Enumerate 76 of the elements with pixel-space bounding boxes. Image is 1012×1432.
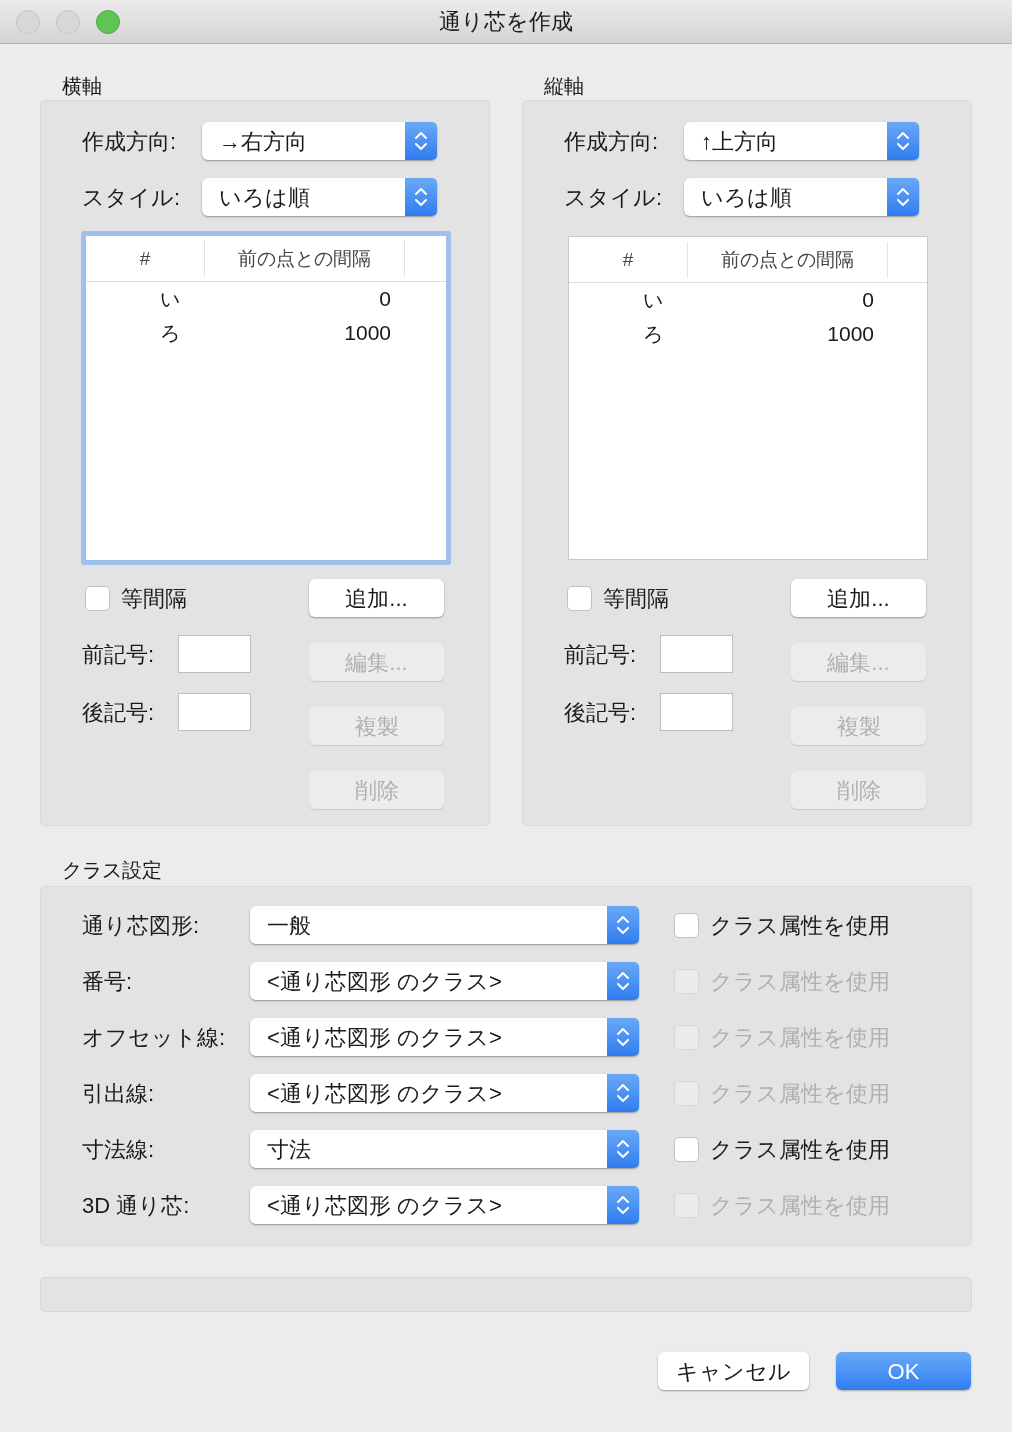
cancel-button[interactable]: キャンセル <box>658 1352 809 1390</box>
field-label: スタイル: <box>82 183 182 212</box>
field-label: 前記号: <box>82 640 156 669</box>
dropdown[interactable]: →右方向 <box>202 122 437 160</box>
text-field[interactable] <box>178 693 251 731</box>
chevron-icon <box>616 1025 630 1049</box>
column-header: 前の点との間隔 <box>205 240 405 277</box>
dropdown[interactable]: ↑上方向 <box>684 122 919 160</box>
field-label: 作成方向: <box>564 127 660 156</box>
button: 編集... <box>309 643 444 681</box>
table-cell-text: 0 <box>378 286 391 313</box>
button: 編集... <box>791 643 926 681</box>
checkbox[interactable] <box>674 1136 699 1162</box>
window-title: 通り芯を作成 <box>439 8 573 36</box>
field-label: 後記号: <box>564 698 638 727</box>
chevron-icon <box>616 969 630 993</box>
checkbox-label: 等間隔 <box>603 584 669 613</box>
table-cell-text: 1000 <box>826 321 874 348</box>
dropdown[interactable]: いろは順 <box>684 178 919 216</box>
checkbox[interactable] <box>567 585 592 611</box>
field-label: 前記号: <box>564 640 638 669</box>
checkbox-label: クラス属性を使用 <box>710 1135 890 1164</box>
window-control-icon[interactable] <box>56 10 80 34</box>
table-cell-text: い <box>159 287 181 312</box>
table[interactable]: # 前の点との間隔 い 0 ろ 1000 <box>568 236 928 560</box>
checkbox[interactable] <box>674 912 699 938</box>
column-header: 前の点との間隔 <box>688 241 888 278</box>
column-header: # <box>569 241 688 278</box>
section-title: 横軸 <box>62 74 103 98</box>
chevron-icon <box>896 185 910 209</box>
window-control-icon[interactable] <box>16 10 40 34</box>
table-cell-text: 0 <box>861 287 874 314</box>
button: 複製 <box>309 707 444 745</box>
section-title: 縦軸 <box>544 74 585 98</box>
dropdown[interactable]: <通り芯図形 のクラス> <box>250 1018 639 1056</box>
button: 削除 <box>309 771 444 809</box>
checkbox[interactable] <box>85 585 110 611</box>
button[interactable]: 追加... <box>791 579 926 617</box>
field-label: 寸法線: <box>82 1135 156 1164</box>
button: 削除 <box>791 771 926 809</box>
chevron-icon <box>616 913 630 937</box>
chevron-icon <box>616 1081 630 1105</box>
field-label: 通り芯図形: <box>82 911 201 940</box>
field-label: 作成方向: <box>82 127 178 156</box>
section-title: クラス設定 <box>62 858 163 882</box>
chevron-icon <box>414 185 428 209</box>
field-label: 番号: <box>82 967 134 996</box>
field-label: スタイル: <box>564 183 664 212</box>
column-header: # <box>86 240 205 277</box>
text-field[interactable] <box>660 693 733 731</box>
dropdown[interactable]: <通り芯図形 のクラス> <box>250 1186 639 1224</box>
dropdown[interactable]: <通り芯図形 のクラス> <box>250 962 639 1000</box>
checkbox-label: クラス属性を使用 <box>710 911 890 940</box>
checkbox-label: 等間隔 <box>121 584 187 613</box>
field-label: オフセット線: <box>82 1023 227 1052</box>
table-cell-text: い <box>642 288 664 313</box>
chevron-icon <box>414 129 428 153</box>
chevron-icon <box>896 129 910 153</box>
table-cell-text: ろ <box>159 321 181 346</box>
button: 複製 <box>791 707 926 745</box>
text-field[interactable] <box>178 635 251 673</box>
table[interactable]: # 前の点との間隔 い 0 ろ 1000 <box>81 231 451 565</box>
zoom-icon[interactable] <box>96 10 120 34</box>
field-label: 引出線: <box>82 1079 156 1108</box>
dropdown[interactable]: <通り芯図形 のクラス> <box>250 1074 639 1112</box>
table-cell-text: ろ <box>642 322 664 347</box>
chevron-icon <box>616 1137 630 1161</box>
chevron-icon <box>616 1193 630 1217</box>
dropdown[interactable]: 寸法 <box>250 1130 639 1168</box>
field-label: 後記号: <box>82 698 156 727</box>
field-label: 3D 通り芯: <box>82 1191 191 1220</box>
dropdown[interactable]: いろは順 <box>202 178 437 216</box>
text-field[interactable] <box>660 635 733 673</box>
dropdown[interactable]: 一般 <box>250 906 639 944</box>
table-cell-text: 1000 <box>343 320 391 347</box>
button[interactable]: 追加... <box>309 579 444 617</box>
